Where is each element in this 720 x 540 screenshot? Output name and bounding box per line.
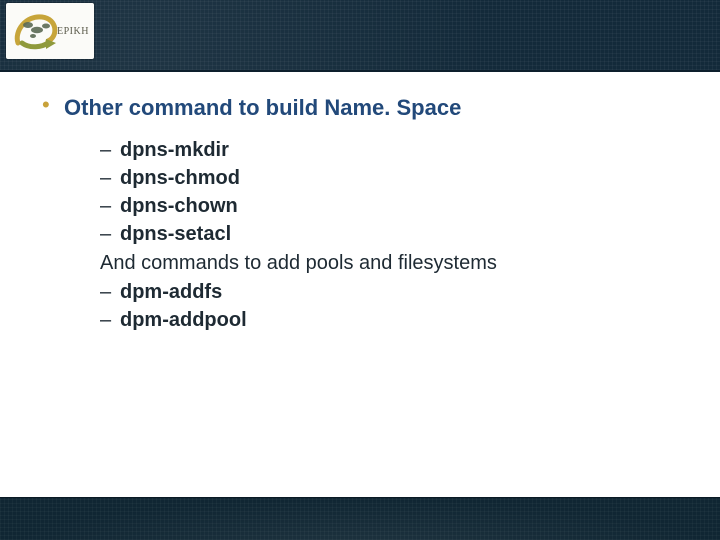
list-item: – dpns-chmod	[100, 164, 680, 192]
dash-icon: –	[100, 164, 120, 192]
command-text: dpm-addpool	[120, 306, 247, 334]
note-text: And commands to add pools and filesystem…	[100, 248, 680, 278]
epikh-logo: EPIKH	[6, 3, 94, 59]
dash-icon: –	[100, 306, 120, 334]
bullet-icon: •	[42, 92, 64, 118]
heading-text: Other command to build Name. Space	[64, 92, 461, 124]
slide: EPIKH • Other command to build Name. Spa…	[0, 0, 720, 540]
list-item: – dpns-chown	[100, 192, 680, 220]
command-text: dpm-addfs	[120, 278, 222, 306]
slide-content: • Other command to build Name. Space – d…	[42, 92, 680, 334]
dash-icon: –	[100, 220, 120, 248]
dash-icon: –	[100, 192, 120, 220]
list-item: – dpns-setacl	[100, 220, 680, 248]
dash-icon: –	[100, 136, 120, 164]
heading-row: • Other command to build Name. Space	[42, 92, 680, 124]
logo-label: EPIKH	[57, 26, 89, 37]
header-band: EPIKH	[0, 0, 720, 72]
list-item: – dpm-addfs	[100, 278, 680, 306]
command-text: dpns-chown	[120, 192, 238, 220]
command-list: – dpns-mkdir – dpns-chmod – dpns-chown –…	[42, 132, 680, 334]
command-text: dpns-setacl	[120, 220, 231, 248]
footer-band	[0, 497, 720, 540]
list-item: – dpns-mkdir	[100, 136, 680, 164]
command-text: dpns-mkdir	[120, 136, 229, 164]
dash-icon: –	[100, 278, 120, 306]
list-item: – dpm-addpool	[100, 306, 680, 334]
command-text: dpns-chmod	[120, 164, 240, 192]
